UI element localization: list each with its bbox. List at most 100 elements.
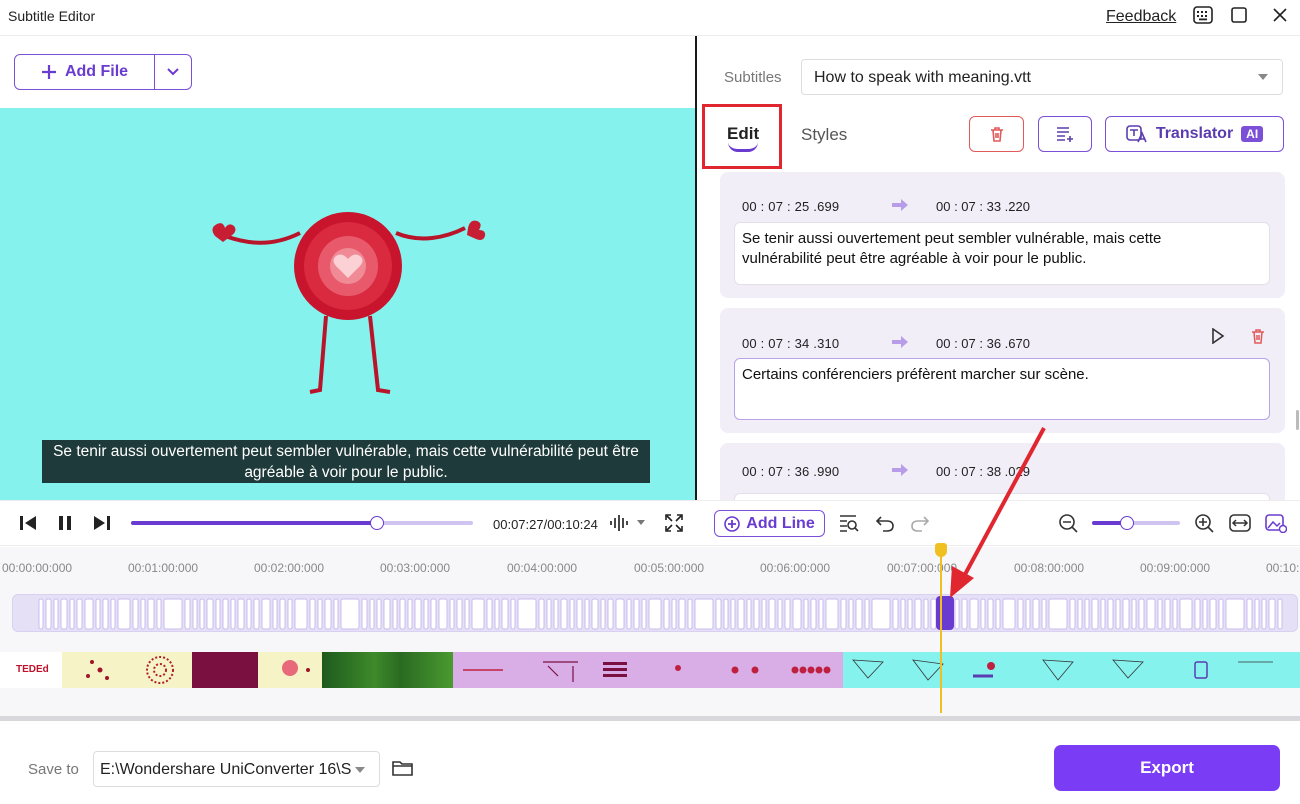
subtitle-segment[interactable] — [553, 598, 559, 630]
subtitle-segment[interactable] — [69, 598, 75, 630]
subtitle-segment[interactable] — [510, 598, 516, 630]
subtitle-segment[interactable] — [633, 598, 640, 630]
subtitle-segment[interactable] — [538, 598, 545, 630]
subtitle-segment[interactable] — [730, 598, 736, 630]
subtitle-segment[interactable] — [163, 598, 183, 630]
subtitle-segment[interactable] — [1107, 598, 1114, 630]
subtitle-segment[interactable] — [969, 598, 979, 630]
subtitle-segment[interactable] — [392, 598, 398, 630]
subtitle-segment[interactable] — [784, 598, 791, 630]
subtitle-segment[interactable] — [715, 598, 722, 630]
subtitle-segment[interactable] — [818, 598, 824, 630]
subtitle-segment[interactable] — [272, 598, 278, 630]
subtitle-segment[interactable] — [615, 598, 625, 630]
subtitle-segment[interactable] — [1218, 598, 1224, 630]
trash-icon[interactable] — [1250, 328, 1266, 344]
subtitle-segment[interactable] — [192, 598, 198, 630]
subtitle-list-scrollbar[interactable] — [1296, 410, 1299, 430]
subtitle-segment[interactable] — [399, 598, 406, 630]
zoom-out-icon[interactable] — [1058, 513, 1078, 533]
subtitle-segment[interactable] — [246, 598, 252, 630]
subtitle-segment[interactable] — [456, 598, 463, 630]
subtitle-segment[interactable] — [825, 598, 839, 630]
feedback-link[interactable]: Feedback — [1106, 8, 1176, 26]
subtitle-segment[interactable] — [954, 598, 960, 630]
subtitle-segment[interactable] — [215, 598, 221, 630]
subtitle-segment[interactable] — [132, 598, 139, 630]
play-icon[interactable] — [1211, 328, 1225, 344]
subtitle-segment[interactable] — [1164, 598, 1171, 630]
subtitle-track[interactable] — [12, 594, 1298, 632]
subtitle-segment[interactable] — [486, 598, 493, 630]
subtitle-segment[interactable] — [1122, 598, 1130, 630]
subtitle-segment[interactable] — [607, 598, 614, 630]
save-path-select[interactable]: E:\Wondershare UniConverter 16\S — [93, 751, 380, 787]
subtitle-segment[interactable] — [471, 598, 485, 630]
image-settings-icon[interactable] — [1265, 513, 1287, 533]
subtitle-segment[interactable] — [864, 598, 870, 630]
subtitle-segment[interactable] — [1100, 598, 1106, 630]
pause-icon[interactable] — [56, 514, 74, 532]
subtitle-segment[interactable] — [95, 598, 101, 630]
start-time[interactable]: 00 : 07 : 34 .310 — [742, 336, 839, 351]
subtitle-segment[interactable] — [494, 598, 500, 630]
timeline-scrollbar[interactable] — [0, 716, 1300, 721]
current-subtitle-segment[interactable] — [936, 596, 954, 630]
start-time[interactable]: 00 : 07 : 25 .699 — [742, 199, 839, 214]
subtitle-segment[interactable] — [737, 598, 745, 630]
subtitle-segment[interactable] — [1261, 598, 1267, 630]
subtitle-segment[interactable] — [777, 598, 783, 630]
subtitle-segment[interactable] — [569, 598, 575, 630]
fit-timeline-icon[interactable] — [1229, 513, 1251, 533]
subtitle-segment[interactable] — [768, 598, 776, 630]
subtitle-segment[interactable] — [1048, 598, 1068, 630]
subtitle-segment[interactable] — [287, 598, 293, 630]
subtitle-segment[interactable] — [1138, 598, 1145, 630]
subtitle-segment[interactable] — [961, 598, 968, 630]
zoom-in-icon[interactable] — [1194, 513, 1214, 533]
subtitle-segment[interactable] — [1032, 598, 1040, 630]
subtitle-segment[interactable] — [810, 598, 817, 630]
subtitle-segment[interactable] — [199, 598, 205, 630]
add-line-button[interactable]: Add Line — [714, 510, 825, 537]
previous-frame-icon[interactable] — [18, 514, 38, 532]
subtitle-segment[interactable] — [501, 598, 509, 630]
subtitle-segment[interactable] — [294, 598, 308, 630]
subtitle-segment[interactable] — [546, 598, 552, 630]
subtitle-segment[interactable] — [1077, 598, 1083, 630]
subtitle-segment[interactable] — [803, 598, 809, 630]
export-button[interactable]: Export — [1054, 745, 1280, 791]
start-time[interactable]: 00 : 07 : 36 .990 — [742, 464, 839, 479]
subtitle-segment[interactable] — [1225, 598, 1245, 630]
add-file-dropdown-button[interactable] — [155, 55, 191, 89]
undo-icon[interactable] — [875, 513, 895, 533]
subtitle-segment[interactable] — [309, 598, 316, 630]
subtitle-segment[interactable] — [980, 598, 986, 630]
subtitle-segment[interactable] — [110, 598, 116, 630]
subtitle-segment[interactable] — [206, 598, 214, 630]
subtitle-segment[interactable] — [184, 598, 191, 630]
subtitle-segment[interactable] — [84, 598, 94, 630]
panel-divider[interactable] — [695, 36, 697, 500]
subtitle-segment[interactable] — [900, 598, 906, 630]
subtitle-segment[interactable] — [584, 598, 590, 630]
subtitle-segment[interactable] — [438, 598, 448, 630]
subtitle-segment[interactable] — [907, 598, 913, 630]
subtitle-segment[interactable] — [1179, 598, 1193, 630]
subtitle-segment[interactable] — [1172, 598, 1178, 630]
subtitle-segment[interactable] — [361, 598, 368, 630]
subtitle-segment[interactable] — [1025, 598, 1031, 630]
subtitle-segment[interactable] — [753, 598, 760, 630]
subtitle-segment[interactable] — [1268, 598, 1276, 630]
subtitle-segment[interactable] — [1246, 598, 1253, 630]
subtitle-segment[interactable] — [60, 598, 68, 630]
subtitle-text-field[interactable]: Se tenir aussi ouvertement peut sembler … — [734, 222, 1270, 285]
subtitle-segment[interactable] — [1209, 598, 1217, 630]
subtitle-segment[interactable] — [261, 598, 271, 630]
subtitle-segment[interactable] — [560, 598, 568, 630]
video-thumbnail-track[interactable]: TEDEd — [0, 652, 1300, 688]
subtitle-segment[interactable] — [253, 598, 260, 630]
subtitle-segment[interactable] — [45, 598, 52, 630]
subtitle-segment[interactable] — [1202, 598, 1208, 630]
subtitle-segment[interactable] — [848, 598, 854, 630]
